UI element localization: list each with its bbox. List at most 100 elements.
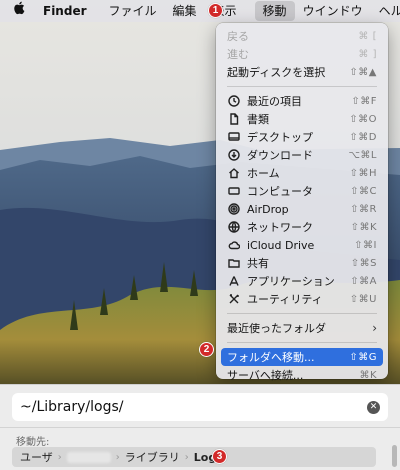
chevron-right-icon: › <box>184 451 189 463</box>
download-icon <box>227 148 241 162</box>
menu-item-label: デスクトップ <box>247 131 313 144</box>
menu-item-label: 戻る <box>227 30 249 43</box>
menu-item-go-to-folder[interactable]: フォルダへ移動... ⇧⌘G <box>221 348 383 366</box>
menu-item-shortcut: ⇧⌘S <box>350 257 377 269</box>
menu-help[interactable]: ヘルプ <box>371 1 400 21</box>
menu-go[interactable]: 移動 <box>254 1 295 21</box>
menu-item-forward[interactable]: 進む ⌘ ] <box>221 45 383 63</box>
step-badge-2-number: 2 <box>203 344 210 355</box>
menu-item-label: アプリケーション <box>247 275 335 288</box>
menu-window-label: ウインドウ <box>302 4 363 18</box>
menu-item-downloads[interactable]: ダウンロード ⌥⌘L <box>221 146 383 164</box>
menu-item-shortcut: ⇧⌘H <box>349 167 377 179</box>
menu-item-label: iCloud Drive <box>247 238 315 252</box>
menu-item-label: ユーティリティ <box>247 293 323 306</box>
menu-window[interactable]: ウインドウ <box>295 1 371 21</box>
menu-item-shortcut: ⇧⌘D <box>349 131 377 143</box>
menu-item-label: フォルダへ移動... <box>227 351 315 364</box>
applications-icon <box>227 274 241 288</box>
menu-item-back[interactable]: 戻る ⌘ [ <box>221 27 383 45</box>
menu-item-desktop[interactable]: デスクトップ ⇧⌘D <box>221 128 383 146</box>
menu-item-shortcut: ⇧⌘A <box>350 275 377 287</box>
menu-item-connect-to-server[interactable]: サーバへ接続... ⌘K <box>221 366 383 384</box>
menu-item-label: ダウンロード <box>247 149 313 162</box>
menu-item-shortcut: ⇧⌘F <box>351 95 377 107</box>
crumb-users[interactable]: ユーザ <box>18 449 55 465</box>
menu-item-shortcut: ⇧⌘▲ <box>349 66 377 78</box>
menu-item-utilities[interactable]: ユーティリティ ⇧⌘U <box>221 290 383 308</box>
crumb-username-redacted <box>66 451 111 463</box>
step-badge-1-number: 1 <box>212 5 219 16</box>
menu-bar: Finder ファイル 編集 表示 移動 ウインドウ ヘルプ <box>0 0 400 22</box>
menu-item-shortcut: ⌘K <box>359 369 377 381</box>
step-badge-1: 1 <box>208 3 223 18</box>
menu-item-recents[interactable]: 最近の項目 ⇧⌘F <box>221 92 383 110</box>
cloud-icon <box>227 238 241 252</box>
utilities-icon <box>227 292 241 306</box>
step-badge-2: 2 <box>199 342 214 357</box>
computer-icon <box>227 184 241 198</box>
menu-separator <box>227 86 377 87</box>
apple-menu[interactable] <box>0 1 35 21</box>
menu-separator <box>227 342 377 343</box>
menu-item-label: 書類 <box>247 113 269 126</box>
menu-item-label: コンピュータ <box>247 185 313 198</box>
menu-finder-label: Finder <box>43 4 87 18</box>
desktop-icon <box>227 130 241 144</box>
menu-item-documents[interactable]: 書類 ⇧⌘O <box>221 110 383 128</box>
menu-item-shortcut: ⇧⌘C <box>350 185 377 197</box>
menu-item-shortcut: ⇧⌘U <box>349 293 377 305</box>
scrollbar[interactable] <box>392 445 397 467</box>
menu-item-label: 起動ディスクを選択 <box>227 66 326 79</box>
menu-item-airdrop[interactable]: AirDrop ⇧⌘R <box>221 200 383 218</box>
chevron-right-icon: › <box>372 321 377 335</box>
go-to-folder-panel: ✕ 移動先: ユーザ › › ライブラリ › Logs <box>0 384 400 470</box>
menu-item-recent-folders[interactable]: 最近使ったフォルダ › <box>221 319 383 337</box>
menu-item-shortcut: ⇧⌘K <box>350 221 377 233</box>
menu-file-label: ファイル <box>108 4 157 18</box>
panel-divider <box>0 427 400 428</box>
step-badge-3: 3 <box>212 449 227 464</box>
menu-item-startup-disk[interactable]: 起動ディスクを選択 ⇧⌘▲ <box>221 63 383 81</box>
destination-path: ユーザ › › ライブラリ › Logs <box>12 447 376 467</box>
menu-item-shortcut: ⇧⌘R <box>350 203 377 215</box>
chevron-right-icon: › <box>57 451 62 463</box>
menu-item-label: ネットワーク <box>247 221 313 234</box>
menu-item-shared[interactable]: 共有 ⇧⌘S <box>221 254 383 272</box>
menu-item-shortcut: ⇧⌘G <box>349 351 377 363</box>
menu-item-applications[interactable]: アプリケーション ⇧⌘A <box>221 272 383 290</box>
menu-item-shortcut: ⌘ [ <box>358 30 377 42</box>
airdrop-icon <box>227 202 241 216</box>
menu-item-shortcut: ⌘ ] <box>358 48 377 60</box>
document-icon <box>227 112 241 126</box>
menu-item-shortcut: ⇧⌘O <box>349 113 377 125</box>
menu-item-label: サーバへ接続... <box>227 369 304 382</box>
menu-separator <box>227 313 377 314</box>
shared-folder-icon <box>227 256 241 270</box>
menu-item-network[interactable]: ネットワーク ⇧⌘K <box>221 218 383 236</box>
path-input[interactable] <box>20 399 367 415</box>
apple-icon <box>13 1 25 21</box>
menu-item-label: ホーム <box>247 167 280 180</box>
menu-item-shortcut: ⇧⌘I <box>354 239 377 251</box>
path-field: ✕ <box>12 393 388 421</box>
menu-item-icloud-drive[interactable]: iCloud Drive ⇧⌘I <box>221 236 383 254</box>
crumb-library[interactable]: ライブラリ <box>123 449 182 465</box>
menu-item-label: 最近の項目 <box>247 95 302 108</box>
menu-finder[interactable]: Finder <box>35 1 101 21</box>
go-menu: 戻る ⌘ [ 進む ⌘ ] 起動ディスクを選択 ⇧⌘▲ 最近の項目 ⇧⌘F 書類… <box>216 23 388 382</box>
menu-item-label: 最近使ったフォルダ <box>227 322 326 335</box>
menu-edit[interactable]: 編集 <box>165 1 205 21</box>
clock-icon <box>227 94 241 108</box>
menu-item-label: 進む <box>227 48 249 61</box>
home-icon <box>227 166 241 180</box>
menu-file[interactable]: ファイル <box>101 1 165 21</box>
clear-icon[interactable]: ✕ <box>367 400 380 414</box>
network-icon <box>227 220 241 234</box>
menu-item-home[interactable]: ホーム ⇧⌘H <box>221 164 383 182</box>
menu-item-label: 共有 <box>247 257 269 270</box>
menu-edit-label: 編集 <box>172 4 197 18</box>
step-badge-3-number: 3 <box>216 451 223 462</box>
menu-item-computer[interactable]: コンピュータ ⇧⌘C <box>221 182 383 200</box>
menu-go-label: 移動 <box>262 4 287 18</box>
